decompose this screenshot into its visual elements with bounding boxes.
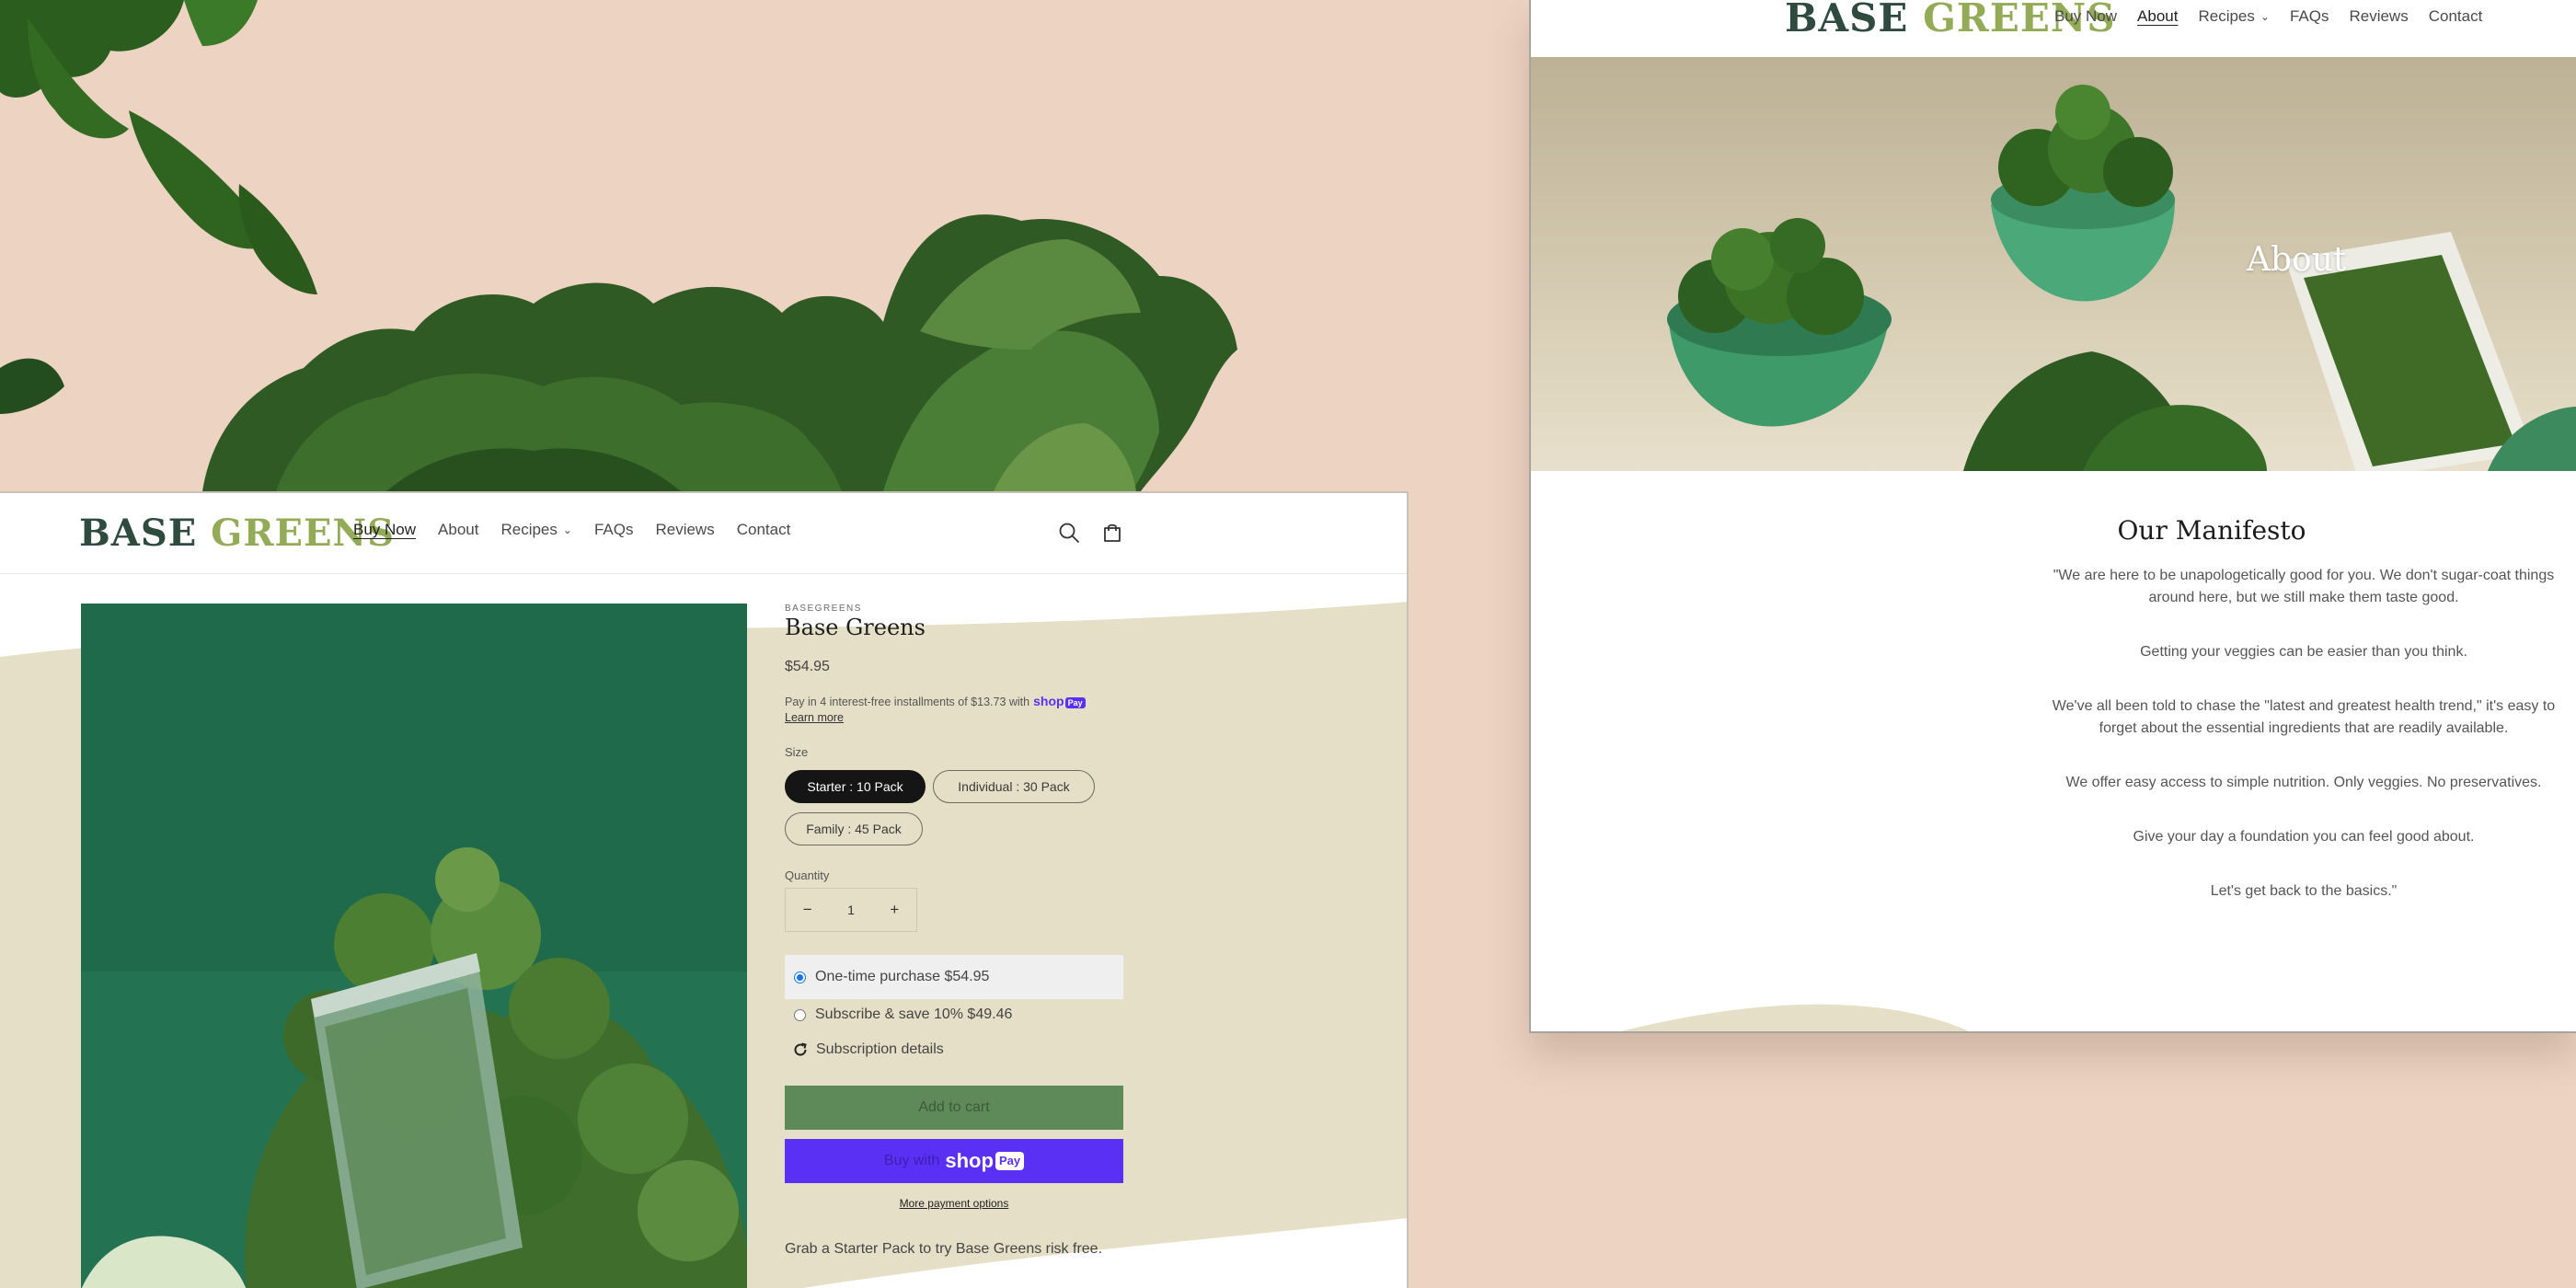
product-title: Base Greens (785, 615, 926, 640)
about-hero-image (1531, 57, 2576, 471)
manifesto-paragraph: Getting your veggies can be easier than … (2140, 644, 2467, 660)
nav-contact[interactable]: Contact (737, 521, 791, 539)
about-nav-recipes[interactable]: Recipes ⌄ (2198, 7, 2269, 26)
shop-pay-badge: Pay (1064, 697, 1086, 708)
nav-recipes-label: Recipes (500, 521, 558, 538)
nav-about[interactable]: About (438, 521, 478, 539)
about-nav-reviews[interactable]: Reviews (2349, 7, 2408, 26)
about-main-nav: Buy Now About Recipes ⌄ FAQs Reviews Cont… (2054, 7, 2482, 26)
about-nav-contact[interactable]: Contact (2429, 7, 2483, 26)
installments-label: Pay in 4 interest-free installments of $… (785, 696, 1030, 708)
about-hero: About (1531, 57, 2576, 471)
cart-icon[interactable] (1099, 520, 1125, 546)
quantity-input[interactable]: 1 (829, 903, 872, 917)
cream-wave-footer (1621, 1004, 1969, 1031)
buy-with-shop-pay-button[interactable]: Buy with shop Pay (785, 1139, 1123, 1183)
about-nav-about[interactable]: About (2137, 7, 2178, 26)
manifesto-text: "We are here to be unapologetically good… (2046, 565, 2561, 935)
about-nav-recipes-label: Recipes (2198, 7, 2255, 25)
one-time-purchase-option[interactable]: One-time purchase $54.95 (785, 955, 1123, 999)
hero-title: About (2247, 241, 2347, 279)
manifesto-paragraph: "We are here to be unapologetically good… (2053, 568, 2555, 605)
shop-pay-button-badge: Pay (995, 1152, 1025, 1170)
nav-buy-now[interactable]: Buy Now (353, 521, 416, 539)
main-nav: Buy Now About Recipes ⌄ FAQs Reviews Cont… (353, 521, 790, 539)
shop-logo-text: shop (1033, 694, 1064, 708)
chevron-down-icon: ⌄ (2260, 10, 2270, 23)
quantity-label: Quantity (785, 868, 830, 882)
product-vendor: BASEGREENS (785, 604, 862, 614)
site-logo[interactable]: BASE GREENS (79, 512, 395, 555)
product-description: Grab a Starter Pack to try Base Greens r… (785, 1241, 1103, 1257)
subscribe-option[interactable]: Subscribe & save 10% $49.46 (785, 999, 1123, 1030)
manifesto-paragraph: We've all been told to chase the "latest… (2052, 698, 2556, 736)
quantity-minus-button[interactable]: − (786, 901, 829, 919)
subscribe-label: Subscribe & save 10% $49.46 (815, 1006, 1013, 1022)
more-payment-options-link[interactable]: More payment options (785, 1197, 1123, 1210)
learn-more-link[interactable]: Learn more (785, 711, 844, 724)
manifesto-paragraph: Let's get back to the basics." (2210, 883, 2398, 899)
add-to-cart-button[interactable]: Add to cart (785, 1086, 1123, 1130)
site-header: BASE GREENS Buy Now About Recipes ⌄ FAQs … (0, 493, 1407, 574)
quantity-plus-button[interactable]: + (873, 901, 916, 919)
about-site-header: BASE GREENS Buy Now About Recipes ⌄ FAQs … (1531, 0, 2576, 57)
about-page-window: BASE GREENS Buy Now About Recipes ⌄ FAQs … (1529, 0, 2576, 1033)
product-page-window: BASE GREENS Buy Now About Recipes ⌄ FAQs … (0, 491, 1409, 1288)
refresh-icon (794, 1042, 807, 1056)
product-section: BASEGREENS Base Greens $54.95 Pay in 4 i… (0, 574, 1407, 1288)
manifesto-title: Our Manifesto (2117, 515, 2306, 546)
shop-pay-logo: shop Pay (1033, 694, 1086, 708)
chevron-down-icon: ⌄ (562, 523, 572, 536)
about-nav-buy-now[interactable]: Buy Now (2054, 7, 2117, 26)
shop-logo: shop (945, 1149, 994, 1172)
product-price: $54.95 (785, 659, 830, 674)
size-option-individual[interactable]: Individual : 30 Pack (933, 770, 1095, 803)
one-time-radio[interactable] (794, 971, 806, 983)
manifesto-paragraph: Give your day a foundation you can feel … (2133, 829, 2475, 845)
size-option-starter[interactable]: Starter : 10 Pack (785, 770, 926, 803)
one-time-label: One-time purchase $54.95 (815, 969, 990, 984)
subscription-details-link[interactable]: Subscription details (785, 1034, 1123, 1065)
product-image[interactable] (81, 604, 747, 1288)
subscription-details-label: Subscription details (816, 1041, 944, 1057)
about-nav-faqs[interactable]: FAQs (2290, 7, 2329, 26)
buy-with-label: Buy with (883, 1153, 940, 1169)
size-label: Size (785, 745, 809, 759)
search-icon[interactable] (1056, 520, 1082, 546)
nav-reviews[interactable]: Reviews (655, 521, 714, 539)
size-option-family[interactable]: Family : 45 Pack (785, 812, 923, 845)
installments-text: Pay in 4 interest-free installments of $… (785, 694, 1086, 708)
nav-recipes[interactable]: Recipes ⌄ (500, 521, 571, 539)
quantity-stepper: − 1 + (785, 888, 917, 932)
manifesto-paragraph: We offer easy access to simple nutrition… (2065, 775, 2542, 790)
subscribe-radio[interactable] (794, 1008, 806, 1021)
nav-faqs[interactable]: FAQs (594, 521, 634, 539)
